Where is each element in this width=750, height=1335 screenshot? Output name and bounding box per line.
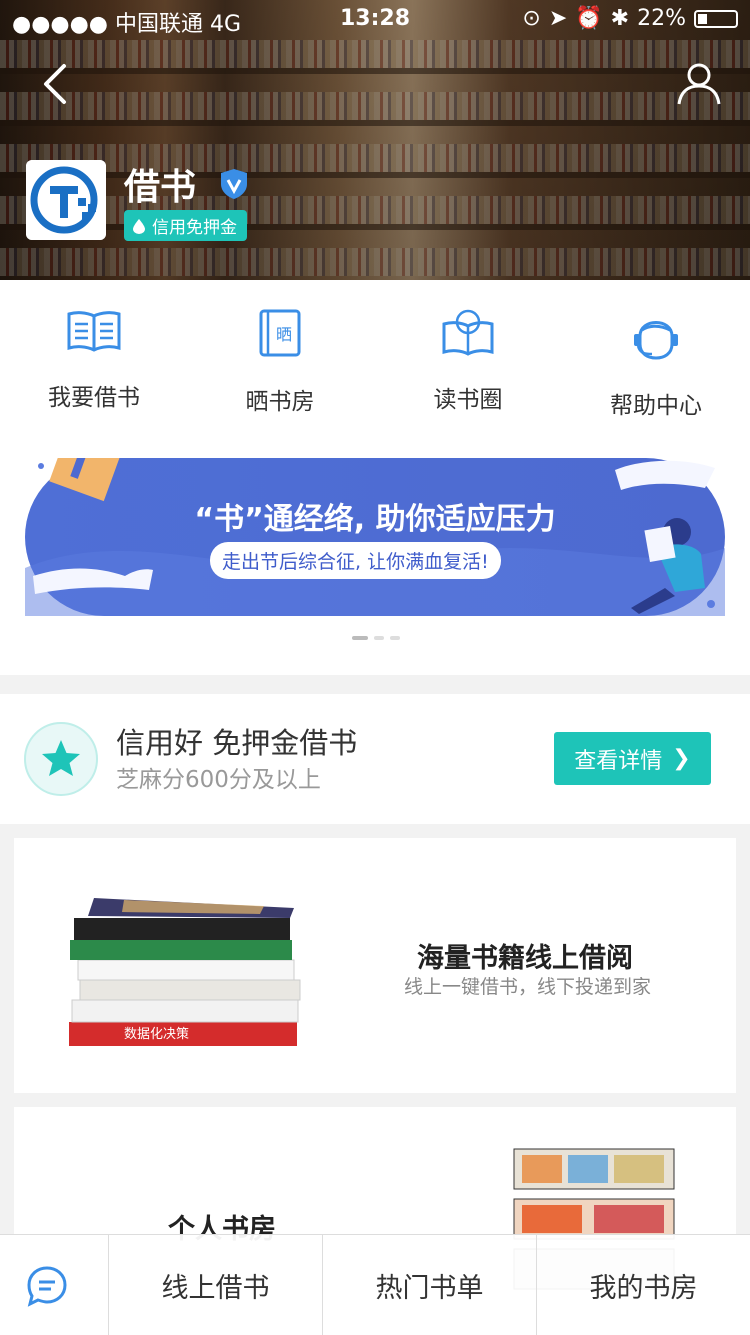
battery-percent: 22% bbox=[637, 6, 686, 31]
tab-hot-booklists[interactable]: 热门书单 bbox=[322, 1235, 536, 1335]
nav-item-bookroom[interactable]: 晒 晒书房 bbox=[186, 308, 374, 416]
nav-item-borrow[interactable]: 我要借书 bbox=[0, 308, 188, 412]
card-title: 海量书籍线上借阅 bbox=[417, 943, 633, 974]
open-book-icon bbox=[67, 311, 121, 352]
book-stack-image: 数据化决策 bbox=[69, 898, 301, 1046]
customer-service-icon bbox=[634, 321, 678, 360]
credit-free-badge: 信用免押金 bbox=[124, 210, 247, 241]
nav-label: 晒书房 bbox=[245, 389, 315, 415]
view-details-label: 查看详情 bbox=[574, 748, 663, 774]
promo-banner[interactable]: “书”通经络, 助你适应压力 走出节后综合征, 让你满血复活! bbox=[25, 458, 725, 616]
view-details-button[interactable]: 查看详情 ❯ bbox=[554, 732, 711, 785]
lock-rotation-icon: ⊙ bbox=[522, 6, 541, 31]
tab-my-bookroom[interactable]: 我的书房 bbox=[536, 1235, 750, 1335]
header-background: ●●●●● 中国联通 4G 13:28 ⊙ ➤ ⏰ ✱ 22% 借书 信用免押金 bbox=[0, 0, 750, 280]
verified-icon bbox=[221, 169, 247, 199]
bookroom-icon: 晒 bbox=[259, 309, 301, 357]
card-online-borrow[interactable]: 数据化决策 海量书籍线上借阅 线上一键借书，线下投递到家 bbox=[14, 838, 736, 1093]
banner-pagination bbox=[352, 636, 400, 640]
nav-item-reading-circle[interactable]: 读书圈 bbox=[374, 308, 562, 414]
reading-circle-icon bbox=[442, 309, 494, 356]
credit-badge-label: 信用免押金 bbox=[152, 218, 237, 238]
chat-icon[interactable] bbox=[26, 1265, 68, 1307]
app-logo bbox=[26, 160, 106, 240]
battery-level bbox=[698, 13, 707, 24]
svg-text:晒: 晒 bbox=[276, 325, 292, 344]
credit-title: 信用好 免押金借书 bbox=[116, 726, 358, 760]
nav-label: 我要借书 bbox=[48, 385, 140, 411]
svg-text:数据化决策: 数据化决策 bbox=[124, 1026, 189, 1042]
nav-label: 读书圈 bbox=[433, 387, 503, 413]
tab-label: 热门书单 bbox=[375, 1272, 484, 1304]
tab-online-borrow[interactable]: 线上借书 bbox=[108, 1235, 322, 1335]
star-badge bbox=[24, 722, 98, 796]
quick-nav-section: 我要借书 晒 晒书房 读书圈 帮助中心 “书”通经络, 助你适应压力 走出节后综… bbox=[0, 280, 750, 675]
credit-subtitle: 芝麻分600分及以上 bbox=[116, 767, 321, 793]
banner-title: “书”通经络, 助你适应压力 bbox=[194, 502, 556, 537]
bottom-tab-bar: 线上借书 热门书单 我的书房 bbox=[0, 1234, 750, 1335]
app-title: 借书 bbox=[124, 167, 197, 208]
tab-label: 线上借书 bbox=[161, 1272, 270, 1304]
tab-label: 我的书房 bbox=[589, 1272, 698, 1304]
banner-subtitle: 走出节后综合征, 让你满血复活! bbox=[210, 542, 501, 579]
back-icon[interactable] bbox=[38, 60, 78, 108]
card-subtitle: 线上一键借书，线下投递到家 bbox=[404, 976, 652, 998]
user-profile-icon[interactable] bbox=[676, 60, 722, 106]
pagination-dot bbox=[390, 636, 400, 640]
credit-section: 信用好 免押金借书 芝麻分600分及以上 查看详情 ❯ bbox=[0, 694, 750, 824]
chevron-right-icon: ❯ bbox=[672, 746, 691, 771]
battery-icon bbox=[694, 9, 738, 28]
status-right: ⊙ ➤ ⏰ ✱ 22% bbox=[522, 6, 738, 31]
pagination-dot bbox=[352, 636, 368, 640]
star-icon bbox=[42, 740, 80, 776]
header-shade bbox=[0, 0, 750, 280]
drop-icon bbox=[133, 218, 145, 234]
nav-item-help[interactable]: 帮助中心 bbox=[562, 308, 750, 420]
location-icon: ➤ bbox=[548, 6, 568, 31]
pagination-dot bbox=[374, 636, 384, 640]
alarm-icon: ⏰ bbox=[575, 6, 603, 31]
status-bar: ●●●●● 中国联通 4G 13:28 ⊙ ➤ ⏰ ✱ 22% bbox=[0, 6, 750, 37]
bluetooth-icon: ✱ bbox=[610, 6, 630, 31]
nav-label: 帮助中心 bbox=[610, 393, 702, 419]
